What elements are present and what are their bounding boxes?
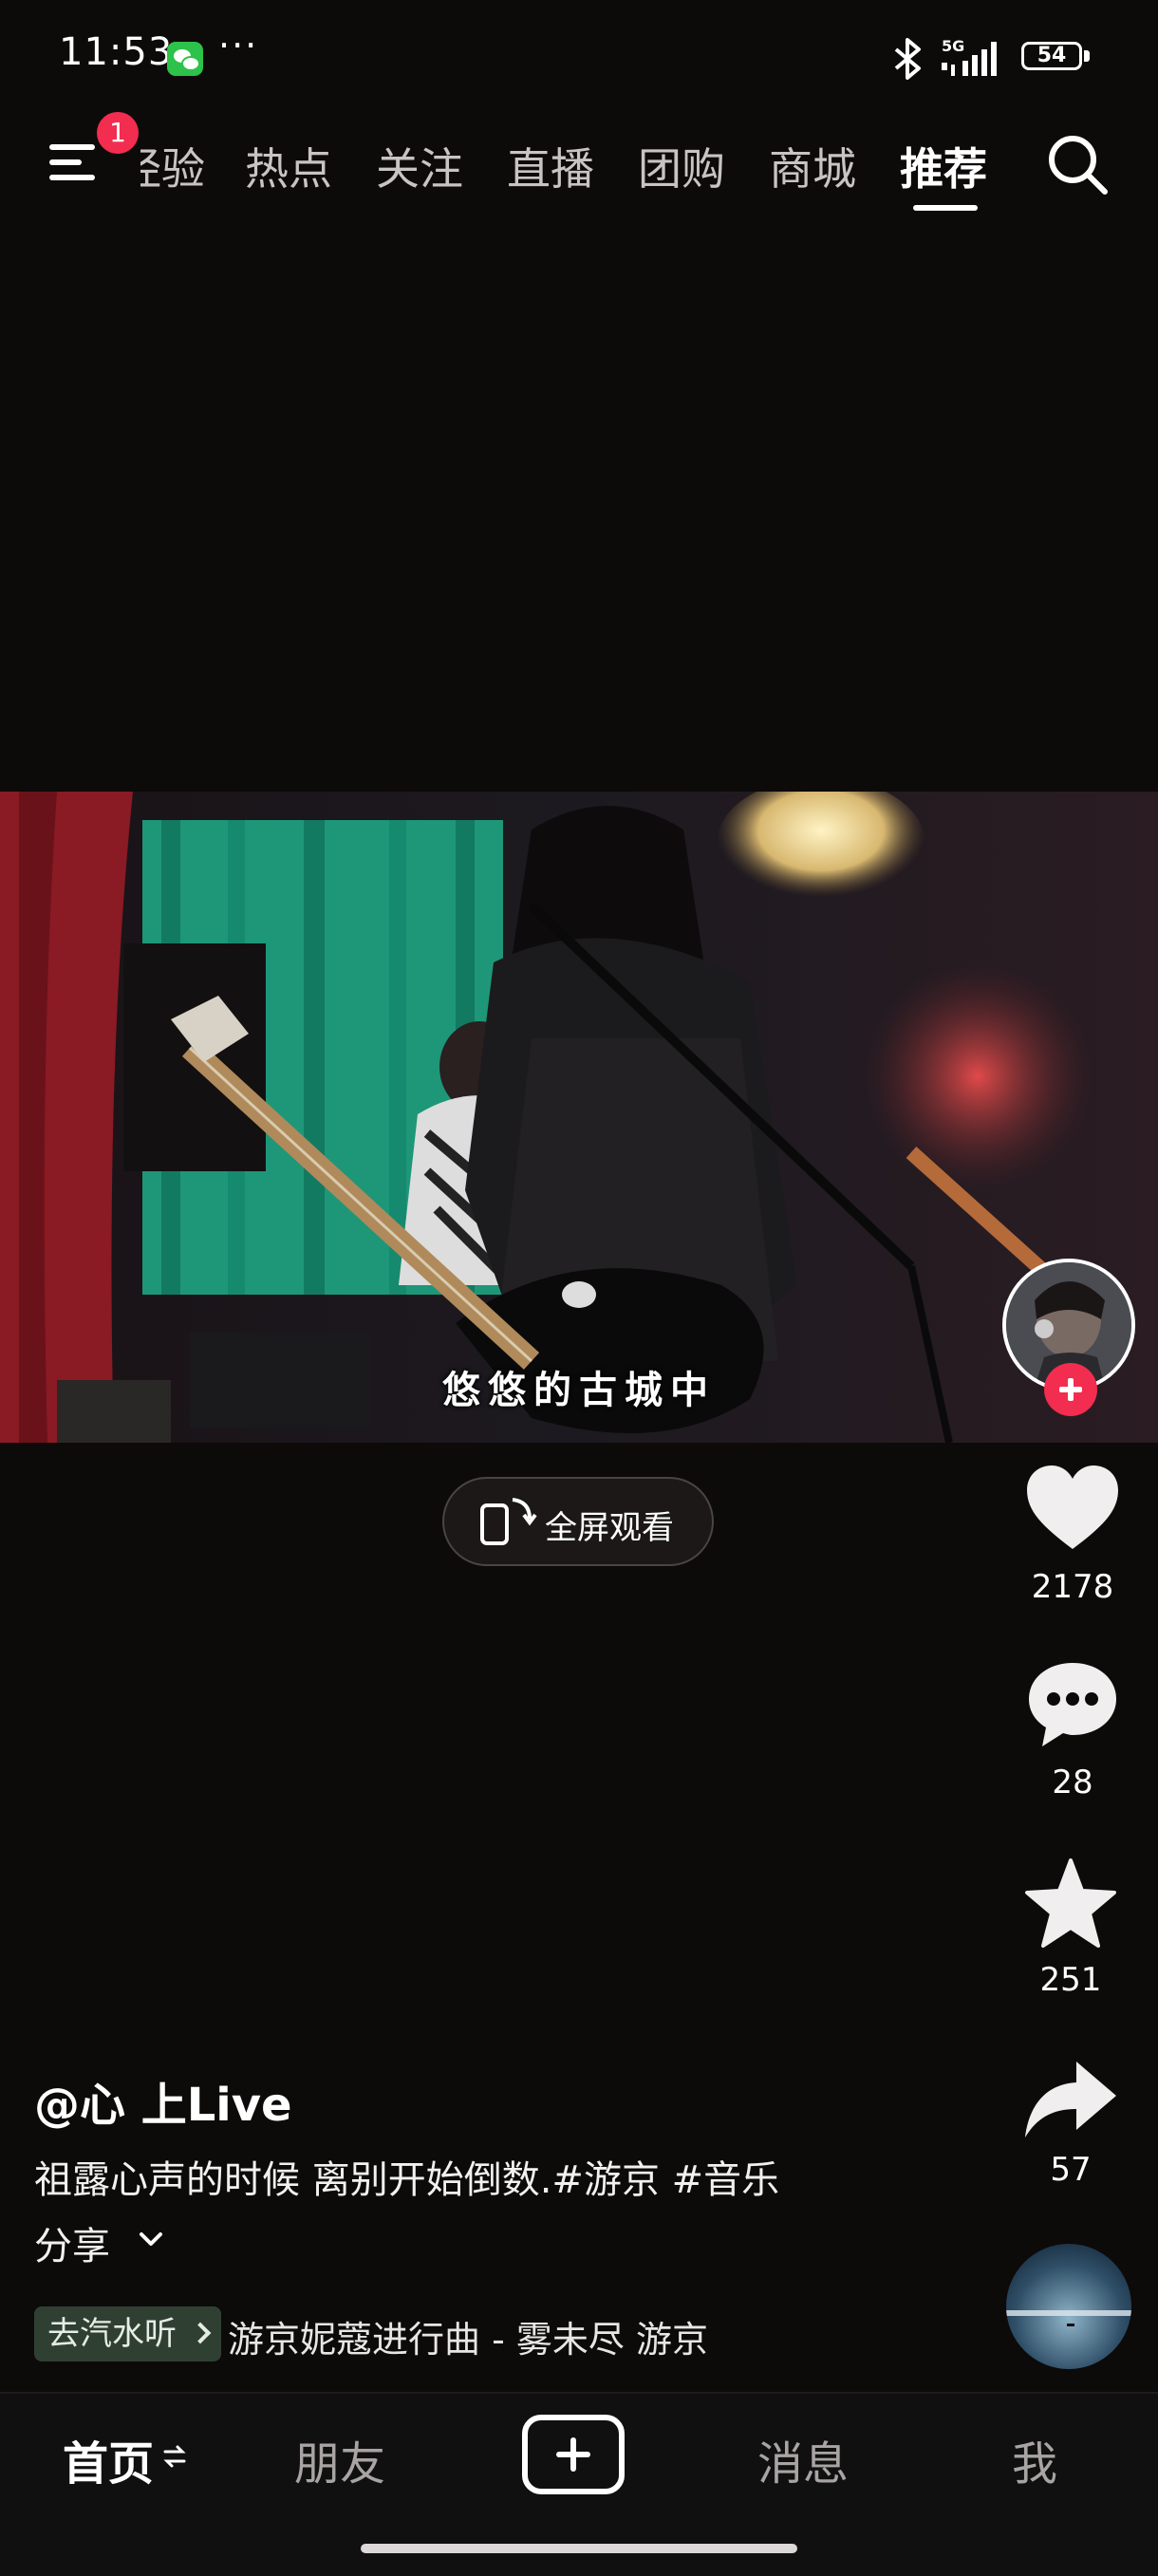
tab-following[interactable]: 关注 bbox=[376, 135, 463, 197]
music-title[interactable]: 游京妮蔻进行曲 - 雾未尽 游京 bbox=[228, 2310, 708, 2362]
heart-icon[interactable] bbox=[1025, 1464, 1120, 1555]
search-icon[interactable] bbox=[1046, 133, 1109, 196]
menu-icon[interactable] bbox=[49, 140, 103, 184]
create-post-button[interactable] bbox=[522, 2415, 625, 2494]
notification-badge: 1 bbox=[97, 112, 139, 154]
follow-button[interactable] bbox=[1044, 1363, 1097, 1416]
battery-nub bbox=[1084, 50, 1090, 62]
tab-hot[interactable]: 热点 bbox=[245, 135, 332, 197]
favorite-count: 251 bbox=[1039, 1961, 1102, 1999]
rotate-screen-icon bbox=[480, 1498, 537, 1545]
fullscreen-label: 全屏观看 bbox=[545, 1509, 674, 1547]
tab-group-buy[interactable]: 团购 bbox=[638, 135, 725, 197]
active-tab-indicator bbox=[913, 205, 978, 211]
music-disc[interactable] bbox=[1006, 2244, 1131, 2369]
share-count: 57 bbox=[1050, 2151, 1092, 2189]
tab-mall[interactable]: 商城 bbox=[769, 135, 856, 197]
bluetooth-icon bbox=[894, 38, 921, 80]
post-description[interactable]: 祖露心声的时候 离别开始倒数.#游京 #音乐 bbox=[34, 2149, 779, 2204]
author-name[interactable]: @心 上Live bbox=[34, 2067, 292, 2134]
video-frame-image bbox=[0, 792, 1158, 1443]
share-arrow-icon[interactable] bbox=[1023, 2056, 1118, 2147]
favorite-star-icon[interactable] bbox=[1023, 1858, 1118, 1950]
tab-recommended[interactable]: 推荐 bbox=[900, 135, 987, 197]
swap-arrows-icon[interactable] bbox=[163, 2443, 186, 2470]
video-player[interactable] bbox=[0, 792, 1158, 1443]
nav-home[interactable]: 首页 bbox=[63, 2426, 154, 2492]
chevron-down-icon[interactable] bbox=[139, 2231, 163, 2249]
video-subtitle: 悠悠的古城中 bbox=[442, 1369, 716, 1412]
status-time: 11:53 bbox=[59, 30, 174, 74]
tab-experience[interactable]: 经验 bbox=[140, 135, 205, 197]
tab-live[interactable]: 直播 bbox=[507, 135, 594, 197]
share-label[interactable]: 分享 bbox=[34, 2215, 110, 2270]
nav-messages[interactable]: 消息 bbox=[757, 2426, 849, 2492]
signal-icon: 5G bbox=[942, 37, 997, 76]
comment-icon[interactable] bbox=[1025, 1659, 1120, 1750]
nav-me[interactable]: 我 bbox=[1012, 2426, 1057, 2492]
wechat-icon bbox=[167, 42, 203, 76]
battery-level: 54 bbox=[1037, 44, 1067, 67]
like-count: 2178 bbox=[1031, 1568, 1114, 1606]
listen-in-soda-button[interactable]: 去汽水听 bbox=[34, 2306, 221, 2361]
comment-count: 28 bbox=[1052, 1764, 1093, 1801]
home-indicator bbox=[361, 2544, 797, 2553]
listen-in-soda-label: 去汽水听 bbox=[47, 2315, 177, 2353]
chevron-right-icon bbox=[189, 2322, 212, 2344]
network-type: 5G bbox=[942, 37, 964, 55]
more-notifications-icon: ··· bbox=[218, 25, 259, 66]
nav-friends[interactable]: 朋友 bbox=[294, 2426, 385, 2492]
